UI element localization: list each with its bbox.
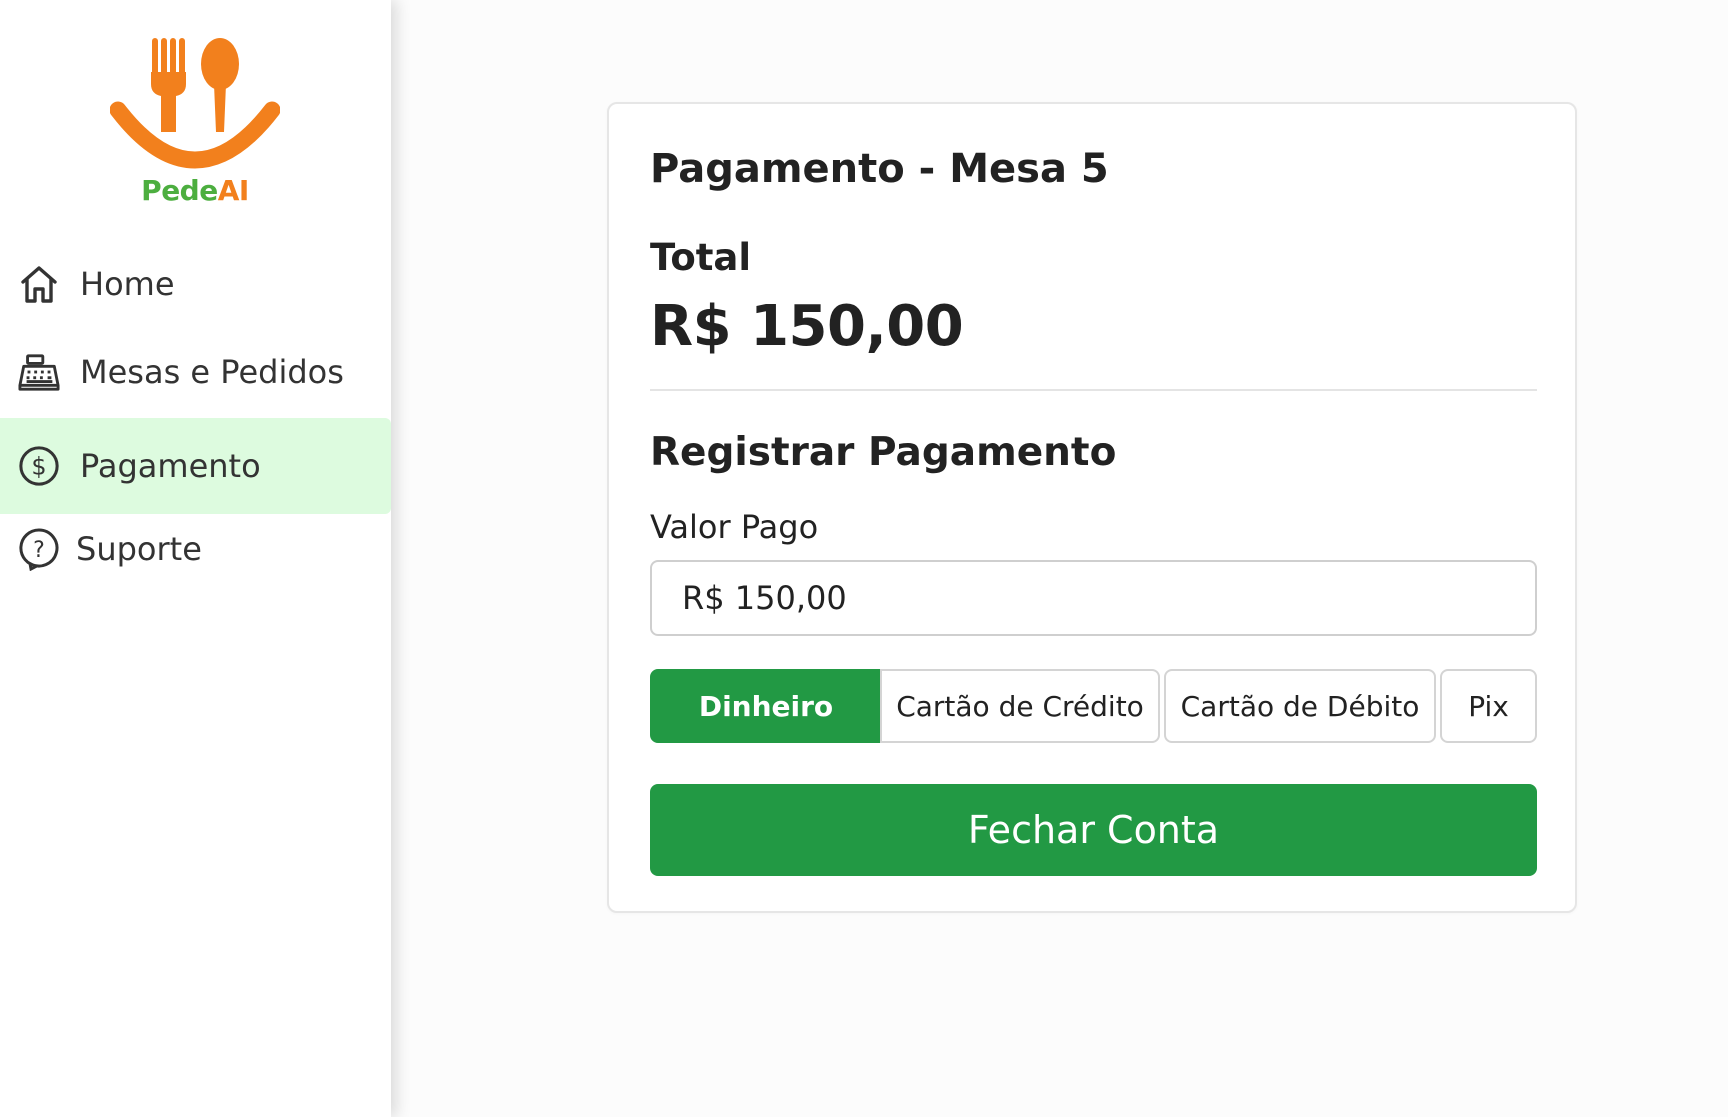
sidebar-nav: Home Mesas e Pedidos $ Pagamento ? Supor…: [0, 238, 391, 584]
help-circle-icon: ?: [18, 528, 60, 571]
svg-text:$: $: [31, 453, 46, 481]
pedeai-logo: PedeAI: [110, 32, 280, 212]
divider: [650, 389, 1537, 391]
payment-card: Pagamento - Mesa 5 Total R$ 150,00 Regis…: [607, 102, 1577, 913]
sidebar-item-label: Mesas e Pedidos: [80, 353, 344, 391]
total-value: R$ 150,00: [650, 294, 964, 359]
payment-method-cartao-credito[interactable]: Cartão de Crédito: [880, 669, 1160, 743]
close-bill-button[interactable]: Fechar Conta: [650, 784, 1537, 876]
page-title: Pagamento - Mesa 5: [650, 146, 1109, 192]
sidebar: PedeAI Home Mesas e Pedidos $ Pagamento …: [0, 0, 391, 1117]
payment-method-cartao-debito[interactable]: Cartão de Débito: [1164, 669, 1436, 743]
logo-text-pede: Pede: [141, 174, 218, 207]
total-label: Total: [650, 236, 752, 279]
svg-text:?: ?: [33, 538, 45, 563]
sidebar-item-label: Suporte: [76, 530, 202, 568]
payment-method-group: Dinheiro Cartão de Crédito Cartão de Déb…: [650, 669, 1537, 743]
cash-register-icon: [18, 351, 60, 393]
sidebar-item-home[interactable]: Home: [0, 238, 391, 330]
logo-wordmark: PedeAI: [110, 174, 280, 207]
sidebar-item-mesas-e-pedidos[interactable]: Mesas e Pedidos: [0, 330, 391, 414]
payment-method-dinheiro[interactable]: Dinheiro: [650, 669, 882, 743]
sidebar-item-label: Pagamento: [80, 447, 261, 485]
sidebar-item-suporte[interactable]: ? Suporte: [0, 514, 391, 584]
app-root: PedeAI Home Mesas e Pedidos $ Pagamento …: [0, 0, 1728, 1117]
home-icon: [18, 263, 60, 305]
fork-spoon-smile-icon: [110, 38, 280, 169]
section-title: Registrar Pagamento: [650, 430, 1117, 475]
dollar-circle-icon: $: [18, 445, 60, 487]
amount-label: Valor Pago: [650, 508, 819, 546]
sidebar-item-label: Home: [80, 265, 175, 303]
logo-text-ai: AI: [217, 174, 250, 207]
sidebar-item-pagamento[interactable]: $ Pagamento: [0, 418, 391, 514]
payment-method-pix[interactable]: Pix: [1440, 669, 1537, 743]
amount-paid-input[interactable]: [650, 560, 1537, 636]
